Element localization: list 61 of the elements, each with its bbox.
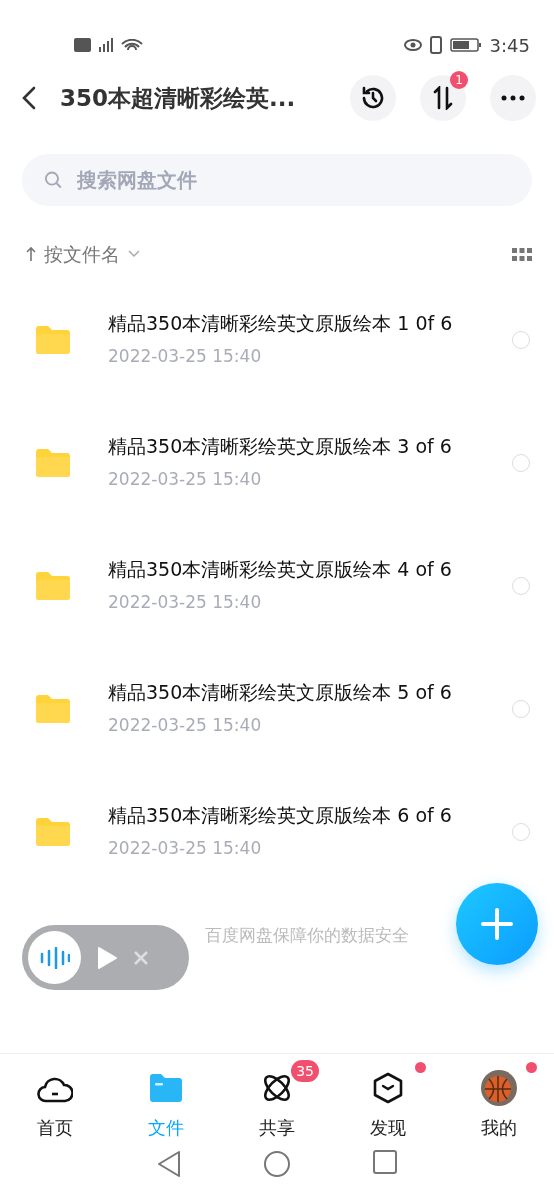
more-icon: [501, 95, 525, 101]
history-button[interactable]: [350, 75, 396, 121]
orbit-icon: [261, 1072, 293, 1104]
file-name: 精品350本清晰彩绘英文原版绘本 5 of 6: [108, 679, 453, 705]
page-title: 350本超清晰彩绘英...: [60, 83, 296, 113]
wifi-icon: [121, 39, 143, 51]
file-date: 2022-03-25 15:40: [108, 713, 263, 737]
avatar-icon: [480, 1070, 517, 1106]
recents-nav-icon[interactable]: [373, 1150, 397, 1174]
file-row[interactable]: 精品350本清晰彩绘英文原版绘本 3 of 6 2022-03-25 15:40: [0, 401, 554, 524]
file-row[interactable]: 精品350本清晰彩绘英文原版绘本 4 of 6 2022-03-25 15:40: [0, 524, 554, 647]
file-name: 精品350本清晰彩绘英文原版绘本 6 of 6: [108, 802, 453, 828]
file-name: 精品350本清晰彩绘英文原版绘本 1 0f 6: [108, 310, 454, 336]
chevron-down-icon: [128, 250, 140, 258]
clock: 3:45: [489, 33, 530, 58]
sound-wave-icon: [39, 946, 70, 969]
file-row[interactable]: 精品350本清晰彩绘英文原版绘本 1 0f 6 2022-03-25 15:40: [0, 278, 554, 401]
transfer-icon: [432, 86, 454, 110]
hexagon-icon: [372, 1072, 403, 1104]
sort-button[interactable]: 按文件名: [26, 239, 140, 269]
file-date: 2022-03-25 15:40: [108, 344, 263, 368]
grid-view-icon[interactable]: [512, 247, 532, 261]
notification-badge: 1: [450, 71, 468, 89]
file-name: 精品350本清晰彩绘英文原版绘本 3 of 6: [108, 433, 453, 459]
eye-icon: [403, 39, 422, 51]
count-badge: 35: [291, 1060, 319, 1082]
history-icon: [360, 85, 386, 111]
close-icon[interactable]: [133, 949, 149, 966]
tab[interactable]: 发现: [332, 1054, 444, 1142]
battery-icon: [449, 38, 482, 52]
hd-icon: [74, 38, 91, 52]
plus-icon: [481, 908, 513, 940]
folder-icon: [150, 1074, 183, 1102]
search-bar[interactable]: 搜索网盘文件: [22, 154, 532, 206]
file-row[interactable]: 精品350本清晰彩绘英文原版绘本 6 of 6 2022-03-25 15:40: [0, 770, 554, 893]
security-note: 百度网盘保障你的数据安全: [205, 924, 409, 947]
add-button[interactable]: [456, 883, 538, 965]
home-nav-icon[interactable]: [263, 1150, 291, 1178]
file-date: 2022-03-25 15:40: [108, 590, 263, 614]
audio-wave-button[interactable]: [28, 931, 81, 984]
file-date: 2022-03-25 15:40: [108, 836, 263, 860]
search-field[interactable]: 搜索网盘文件: [74, 164, 510, 196]
folder-icon: [36, 817, 70, 846]
tab[interactable]: 35 共享: [221, 1054, 333, 1142]
file-name: 精品350本清晰彩绘英文原版绘本 4 of 6: [108, 556, 453, 582]
more-button[interactable]: [490, 75, 536, 121]
file-date: 2022-03-25 15:40: [108, 467, 263, 491]
back-icon[interactable]: [22, 86, 36, 110]
play-icon[interactable]: [97, 945, 117, 970]
folder-icon: [36, 694, 70, 723]
arrow-up-icon: [26, 246, 36, 262]
search-icon: [44, 170, 63, 190]
tab[interactable]: 首页: [0, 1054, 111, 1142]
folder-icon: [36, 571, 70, 600]
folder-icon: [36, 448, 70, 477]
vibrate-icon: [429, 36, 442, 54]
tab[interactable]: 我的: [443, 1054, 554, 1142]
back-nav-icon[interactable]: [157, 1150, 181, 1178]
signal-icon: [99, 38, 113, 52]
file-row[interactable]: 精品350本清晰彩绘英文原版绘本 5 of 6 2022-03-25 15:40: [0, 647, 554, 770]
folder-icon: [36, 325, 70, 354]
